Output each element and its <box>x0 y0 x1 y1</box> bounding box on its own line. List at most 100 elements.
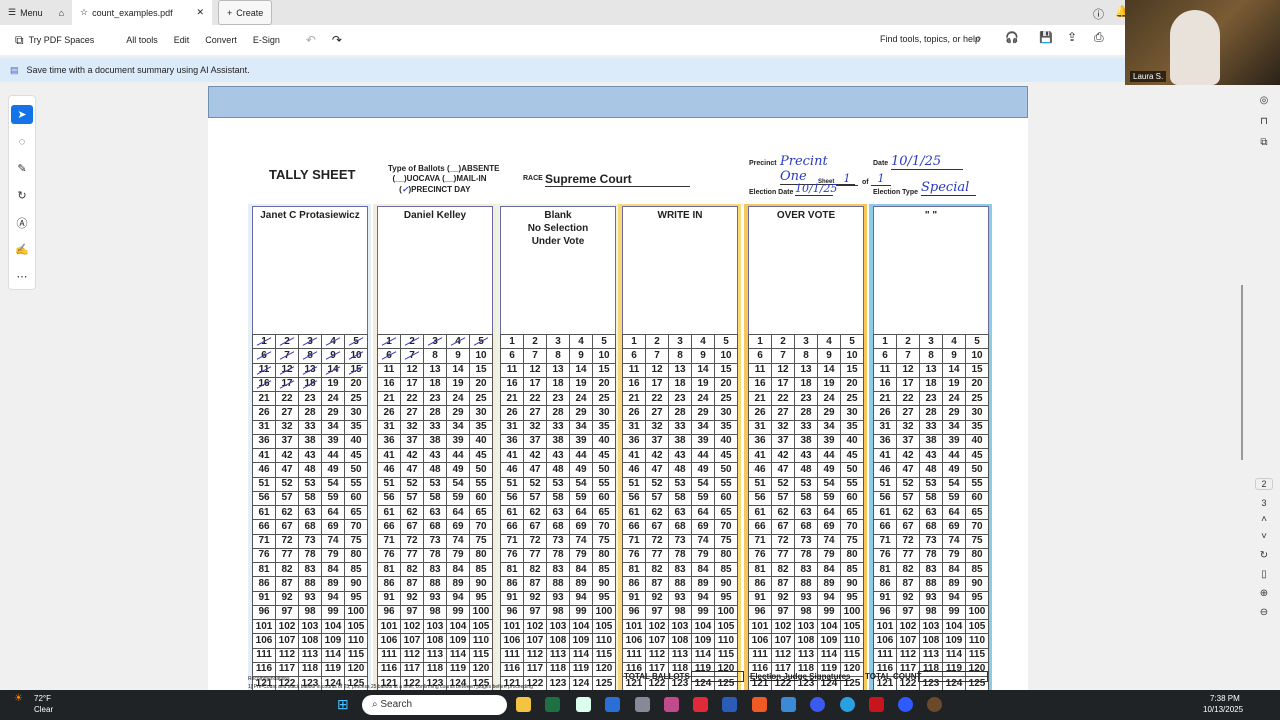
tally-number[interactable]: 18 <box>298 376 322 393</box>
tally-number[interactable]: 94 <box>817 590 841 606</box>
tally-number[interactable]: 45 <box>344 447 368 464</box>
tally-number[interactable]: 56 <box>500 490 524 507</box>
tally-number[interactable]: 3 <box>668 333 692 350</box>
tally-number[interactable]: 104 <box>817 618 841 635</box>
tally-number[interactable]: 33 <box>298 419 322 435</box>
tally-number[interactable]: 36 <box>748 433 772 450</box>
tally-number[interactable]: 95 <box>469 590 493 606</box>
tally-number[interactable]: 80 <box>965 547 989 564</box>
tally-number[interactable]: 63 <box>298 504 322 521</box>
tally-number[interactable]: 23 <box>423 390 447 407</box>
tally-number[interactable]: 66 <box>873 519 897 535</box>
tally-number[interactable]: 19 <box>817 376 841 393</box>
tally-number[interactable]: 106 <box>252 633 276 649</box>
tally-number[interactable]: 78 <box>546 547 570 564</box>
tally-number[interactable]: 80 <box>840 547 864 564</box>
tally-number[interactable]: 97 <box>275 604 299 621</box>
tally-number[interactable]: 87 <box>275 576 299 592</box>
tally-number[interactable]: 93 <box>919 590 943 606</box>
tally-number[interactable]: 71 <box>377 533 401 549</box>
tally-number[interactable]: 115 <box>965 647 989 663</box>
tally-number[interactable]: 18 <box>919 376 943 393</box>
tally-number[interactable]: 46 <box>500 462 524 478</box>
tally-number[interactable]: 89 <box>569 576 593 592</box>
tally-number[interactable]: 110 <box>469 633 493 649</box>
tally-number[interactable]: 57 <box>645 490 669 507</box>
tally-number[interactable]: 11 <box>377 362 401 378</box>
tally-number[interactable]: 57 <box>275 490 299 507</box>
tally-number[interactable]: 51 <box>622 476 646 492</box>
tally-number[interactable]: 105 <box>592 618 616 635</box>
tally-number[interactable]: 93 <box>546 590 570 606</box>
tally-number[interactable]: 32 <box>896 419 920 435</box>
tally-number[interactable]: 34 <box>817 419 841 435</box>
tally-number[interactable]: 113 <box>794 647 818 663</box>
tally-number[interactable]: 62 <box>275 504 299 521</box>
tab-document[interactable]: ☆ count_examples.pdf ✕ <box>72 0 213 25</box>
tally-number[interactable]: 20 <box>592 376 616 393</box>
tally-number[interactable]: 61 <box>252 504 276 521</box>
tally-number[interactable]: 35 <box>344 419 368 435</box>
tally-number[interactable]: 41 <box>377 447 401 464</box>
tally-number[interactable]: 30 <box>344 405 368 421</box>
tally-number[interactable]: 34 <box>942 419 966 435</box>
tally-number[interactable]: 87 <box>771 576 795 592</box>
tally-number[interactable]: 86 <box>500 576 524 592</box>
tally-number[interactable]: 88 <box>668 576 692 592</box>
tally-number[interactable]: 31 <box>377 419 401 435</box>
tally-number[interactable]: 39 <box>446 433 470 450</box>
tally-number[interactable]: 24 <box>691 390 715 407</box>
tally-number[interactable]: 69 <box>446 519 470 535</box>
tally-number[interactable]: 33 <box>423 419 447 435</box>
tally-number[interactable]: 20 <box>469 376 493 393</box>
tally-number[interactable]: 17 <box>275 376 299 393</box>
tally-number[interactable]: 26 <box>252 405 276 421</box>
tally-number[interactable]: 105 <box>344 618 368 635</box>
app-icon[interactable] <box>927 697 942 712</box>
tally-number[interactable]: 119 <box>321 661 345 678</box>
tally-number[interactable]: 22 <box>523 390 547 407</box>
tally-number[interactable]: 30 <box>965 405 989 421</box>
tally-number[interactable]: 79 <box>569 547 593 564</box>
tally-number[interactable]: 26 <box>748 405 772 421</box>
tally-number[interactable]: 102 <box>275 618 299 635</box>
tally-number[interactable]: 11 <box>748 362 772 378</box>
app-icon[interactable] <box>693 697 708 712</box>
tally-number[interactable]: 81 <box>748 561 772 578</box>
tally-number[interactable]: 71 <box>252 533 276 549</box>
tally-number[interactable]: 87 <box>400 576 424 592</box>
tally-number[interactable]: 123 <box>546 675 570 690</box>
tally-number[interactable]: 27 <box>275 405 299 421</box>
tally-number[interactable]: 76 <box>252 547 276 564</box>
tally-number[interactable]: 45 <box>965 447 989 464</box>
tally-number[interactable]: 63 <box>546 504 570 521</box>
tally-number[interactable]: 29 <box>569 405 593 421</box>
tally-number[interactable]: 114 <box>321 647 345 663</box>
tally-number[interactable]: 73 <box>423 533 447 549</box>
tally-number[interactable]: 105 <box>840 618 864 635</box>
app-icon[interactable] <box>664 697 679 712</box>
tally-number[interactable]: 104 <box>942 618 966 635</box>
tally-number[interactable]: 69 <box>817 519 841 535</box>
tally-number[interactable]: 87 <box>896 576 920 592</box>
tally-number[interactable]: 11 <box>873 362 897 378</box>
tally-number[interactable]: 91 <box>622 590 646 606</box>
tally-number[interactable]: 90 <box>840 576 864 592</box>
tally-number[interactable]: 71 <box>873 533 897 549</box>
tally-number[interactable]: 62 <box>523 504 547 521</box>
tally-number[interactable]: 8 <box>546 348 570 364</box>
tally-number[interactable]: 52 <box>523 476 547 492</box>
tally-number[interactable]: 9 <box>817 348 841 364</box>
tally-number[interactable]: 98 <box>794 604 818 621</box>
tally-number[interactable]: 7 <box>275 348 299 364</box>
tally-number[interactable]: 74 <box>691 533 715 549</box>
tally-number[interactable]: 25 <box>714 390 738 407</box>
tally-number[interactable]: 65 <box>840 504 864 521</box>
tally-number[interactable]: 86 <box>622 576 646 592</box>
tally-number[interactable]: 28 <box>919 405 943 421</box>
excel-icon[interactable] <box>545 697 560 712</box>
tally-number[interactable]: 65 <box>592 504 616 521</box>
save-icon[interactable]: 💾 <box>1039 31 1053 44</box>
tally-number[interactable]: 85 <box>840 561 864 578</box>
tally-number[interactable]: 64 <box>446 504 470 521</box>
